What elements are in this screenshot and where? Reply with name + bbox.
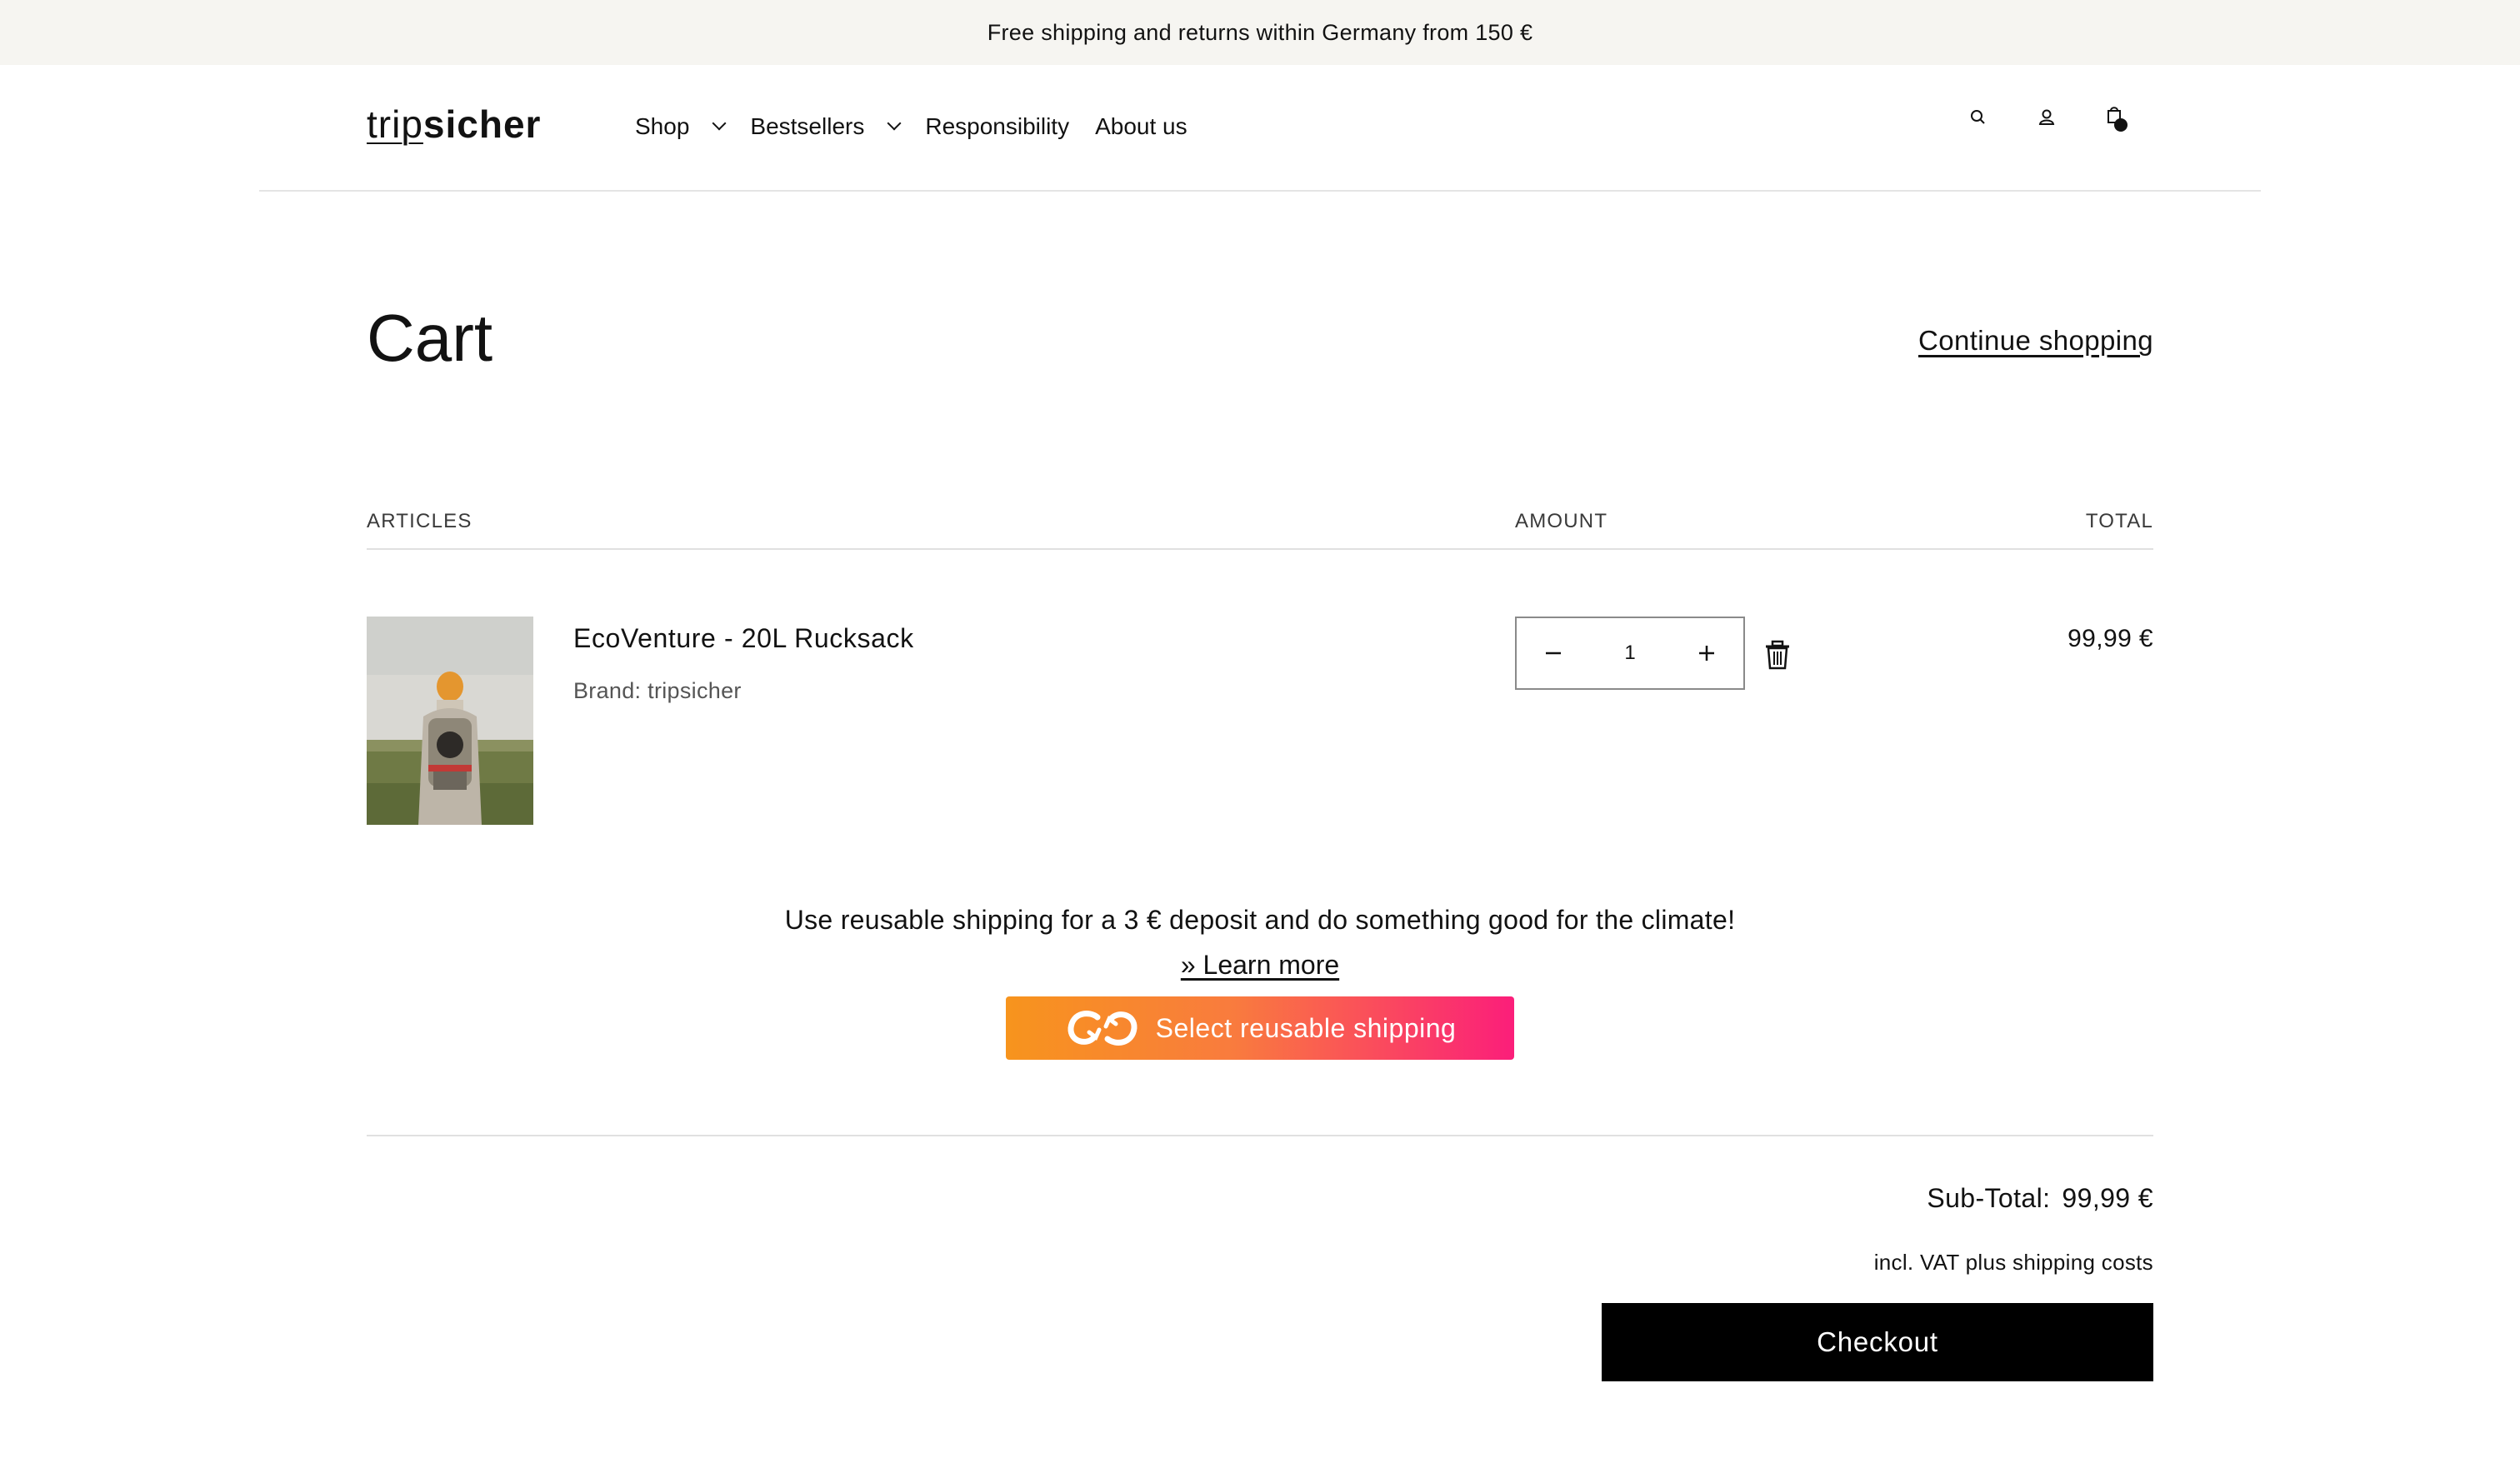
divider bbox=[367, 1135, 2153, 1136]
cart-icon[interactable] bbox=[2102, 105, 2128, 132]
page-title: Cart bbox=[367, 301, 493, 375]
main-nav: Shop Bestsellers Responsibility About us bbox=[635, 113, 1213, 140]
checkout-label: Checkout bbox=[1817, 1326, 1938, 1357]
subtotal: Sub-Total: 99,99 € bbox=[1927, 1183, 2153, 1214]
reusable-loop-icon bbox=[1068, 1011, 1138, 1046]
subtotal-value: 99,99 € bbox=[2062, 1183, 2153, 1213]
remove-item-button[interactable] bbox=[1763, 640, 1792, 670]
reusable-button-label: Select reusable shipping bbox=[1155, 1012, 1457, 1043]
nav-item-shop[interactable]: Shop bbox=[635, 113, 727, 140]
column-header-total: TOTAL bbox=[2085, 510, 2153, 532]
logo-trip: trip bbox=[367, 102, 423, 146]
divider bbox=[367, 548, 2153, 550]
nav-item-responsibility[interactable]: Responsibility bbox=[925, 113, 1069, 140]
line-item-total: 99,99 € bbox=[2068, 625, 2153, 652]
checkout-button[interactable]: Checkout bbox=[1602, 1303, 2153, 1381]
select-reusable-shipping-button[interactable]: Select reusable shipping bbox=[1006, 996, 1514, 1060]
search-icon[interactable] bbox=[1966, 105, 1991, 130]
quantity-input[interactable]: 1 bbox=[1624, 642, 1635, 665]
nav-item-about[interactable]: About us bbox=[1095, 113, 1188, 140]
product-brand: Brand: tripsicher bbox=[573, 678, 742, 703]
decrease-quantity-button[interactable] bbox=[1517, 618, 1590, 688]
plus-icon bbox=[1698, 646, 1714, 661]
product-image[interactable] bbox=[367, 617, 533, 825]
account-icon[interactable] bbox=[2034, 105, 2059, 130]
header-icons bbox=[1922, 105, 2128, 132]
vat-note: incl. VAT plus shipping costs bbox=[1873, 1250, 2153, 1275]
subtotal-label: Sub-Total: bbox=[1927, 1183, 2051, 1213]
learn-more-link[interactable]: » Learn more bbox=[1181, 950, 1339, 980]
nav-label: About us bbox=[1095, 113, 1188, 139]
trash-icon bbox=[1766, 640, 1789, 670]
site-header: tripsicher Shop Bestsellers Responsibili… bbox=[259, 65, 2261, 192]
product-name[interactable]: EcoVenture - 20L Rucksack bbox=[573, 623, 914, 654]
quantity-stepper: 1 bbox=[1515, 617, 1745, 690]
increase-quantity-button[interactable] bbox=[1670, 618, 1743, 688]
logo[interactable]: tripsicher bbox=[367, 102, 541, 147]
chevron-down-icon bbox=[712, 116, 727, 131]
learn-more-wrapper: » Learn more bbox=[0, 950, 2520, 981]
column-header-articles: ARTICLES bbox=[367, 510, 472, 532]
minus-icon bbox=[1546, 652, 1561, 655]
continue-shopping-link[interactable]: Continue shopping bbox=[1918, 325, 2153, 357]
logo-sicher: sicher bbox=[422, 102, 542, 146]
nav-label: Shop bbox=[635, 113, 690, 139]
announcement-bar: Free shipping and returns within Germany… bbox=[0, 0, 2520, 65]
reusable-shipping-text: Use reusable shipping for a 3 € deposit … bbox=[784, 905, 1736, 935]
column-header-amount: AMOUNT bbox=[1515, 510, 1608, 532]
nav-item-bestsellers[interactable]: Bestsellers bbox=[750, 113, 902, 140]
nav-label: Bestsellers bbox=[750, 113, 865, 139]
chevron-down-icon bbox=[887, 116, 902, 131]
cart-count-dot bbox=[2114, 118, 2128, 132]
nav-label: Responsibility bbox=[925, 113, 1070, 139]
announcement-text: Free shipping and returns within Germany… bbox=[987, 19, 1533, 45]
